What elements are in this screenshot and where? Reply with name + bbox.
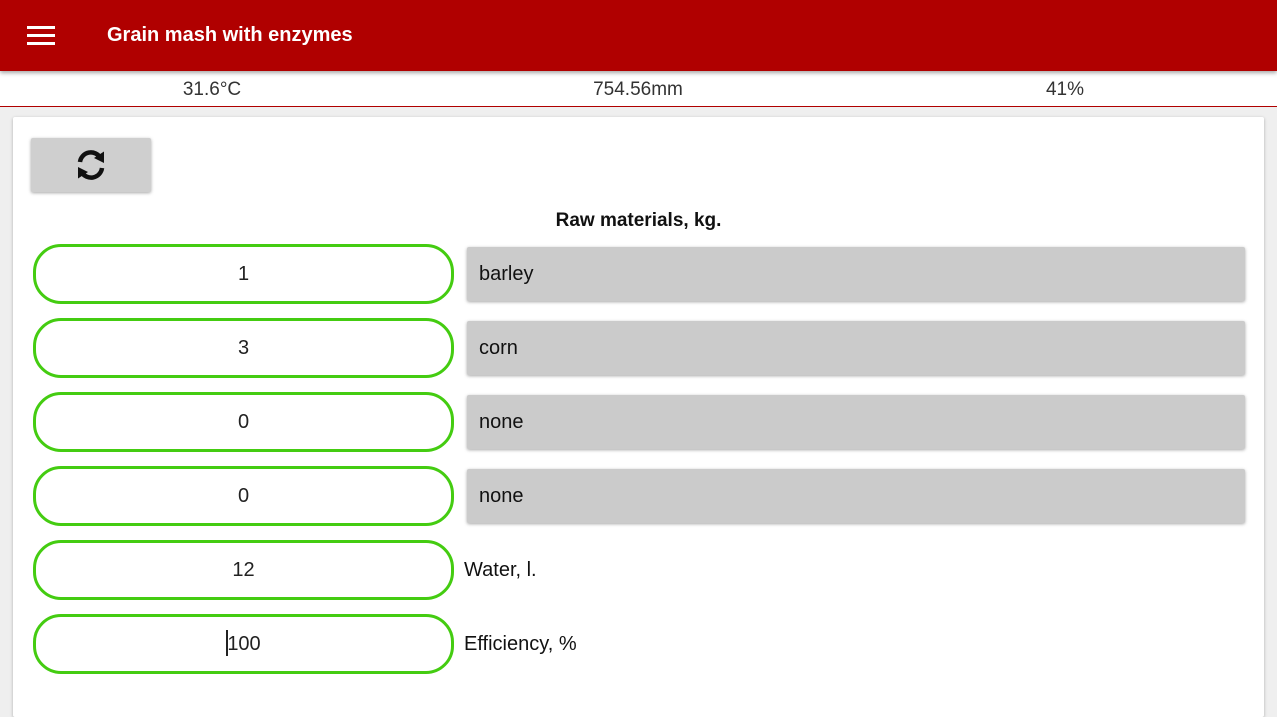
app-bar: Grain mash with enzymes [0,0,1277,71]
water-input[interactable]: 12 [33,540,454,600]
status-bar: 31.6°C 754.56mm 41% [0,71,1277,107]
calculator-card: Raw materials, kg. 1 barley 3 corn 0 non… [13,117,1264,717]
hamburger-menu-icon[interactable] [20,17,62,55]
refresh-button[interactable] [31,138,151,192]
menu-line [27,42,55,45]
material-3-select[interactable]: none [467,395,1245,449]
refresh-icon [77,150,105,180]
app-title: Grain mash with enzymes [107,24,353,46]
efficiency-value: 100 [227,633,261,655]
temperature-readout: 31.6°C [182,79,242,100]
efficiency-label: Efficiency, % [464,633,577,655]
efficiency-input[interactable]: 100 [33,614,454,674]
pressure-readout: 754.56mm [593,79,683,100]
material-2-select[interactable]: corn [467,321,1245,375]
material-1-quantity-input[interactable]: 1 [33,244,454,304]
material-2-quantity-input[interactable]: 3 [33,318,454,378]
water-label: Water, l. [464,559,537,581]
material-3-quantity-input[interactable]: 0 [33,392,454,452]
menu-line [27,26,55,29]
material-4-quantity-input[interactable]: 0 [33,466,454,526]
menu-line [27,34,55,37]
raw-materials-heading: Raw materials, kg. [555,210,722,231]
material-4-select[interactable]: none [467,469,1245,523]
humidity-readout: 41% [1045,79,1085,100]
text-cursor [226,629,229,656]
material-1-select[interactable]: barley [467,247,1245,301]
